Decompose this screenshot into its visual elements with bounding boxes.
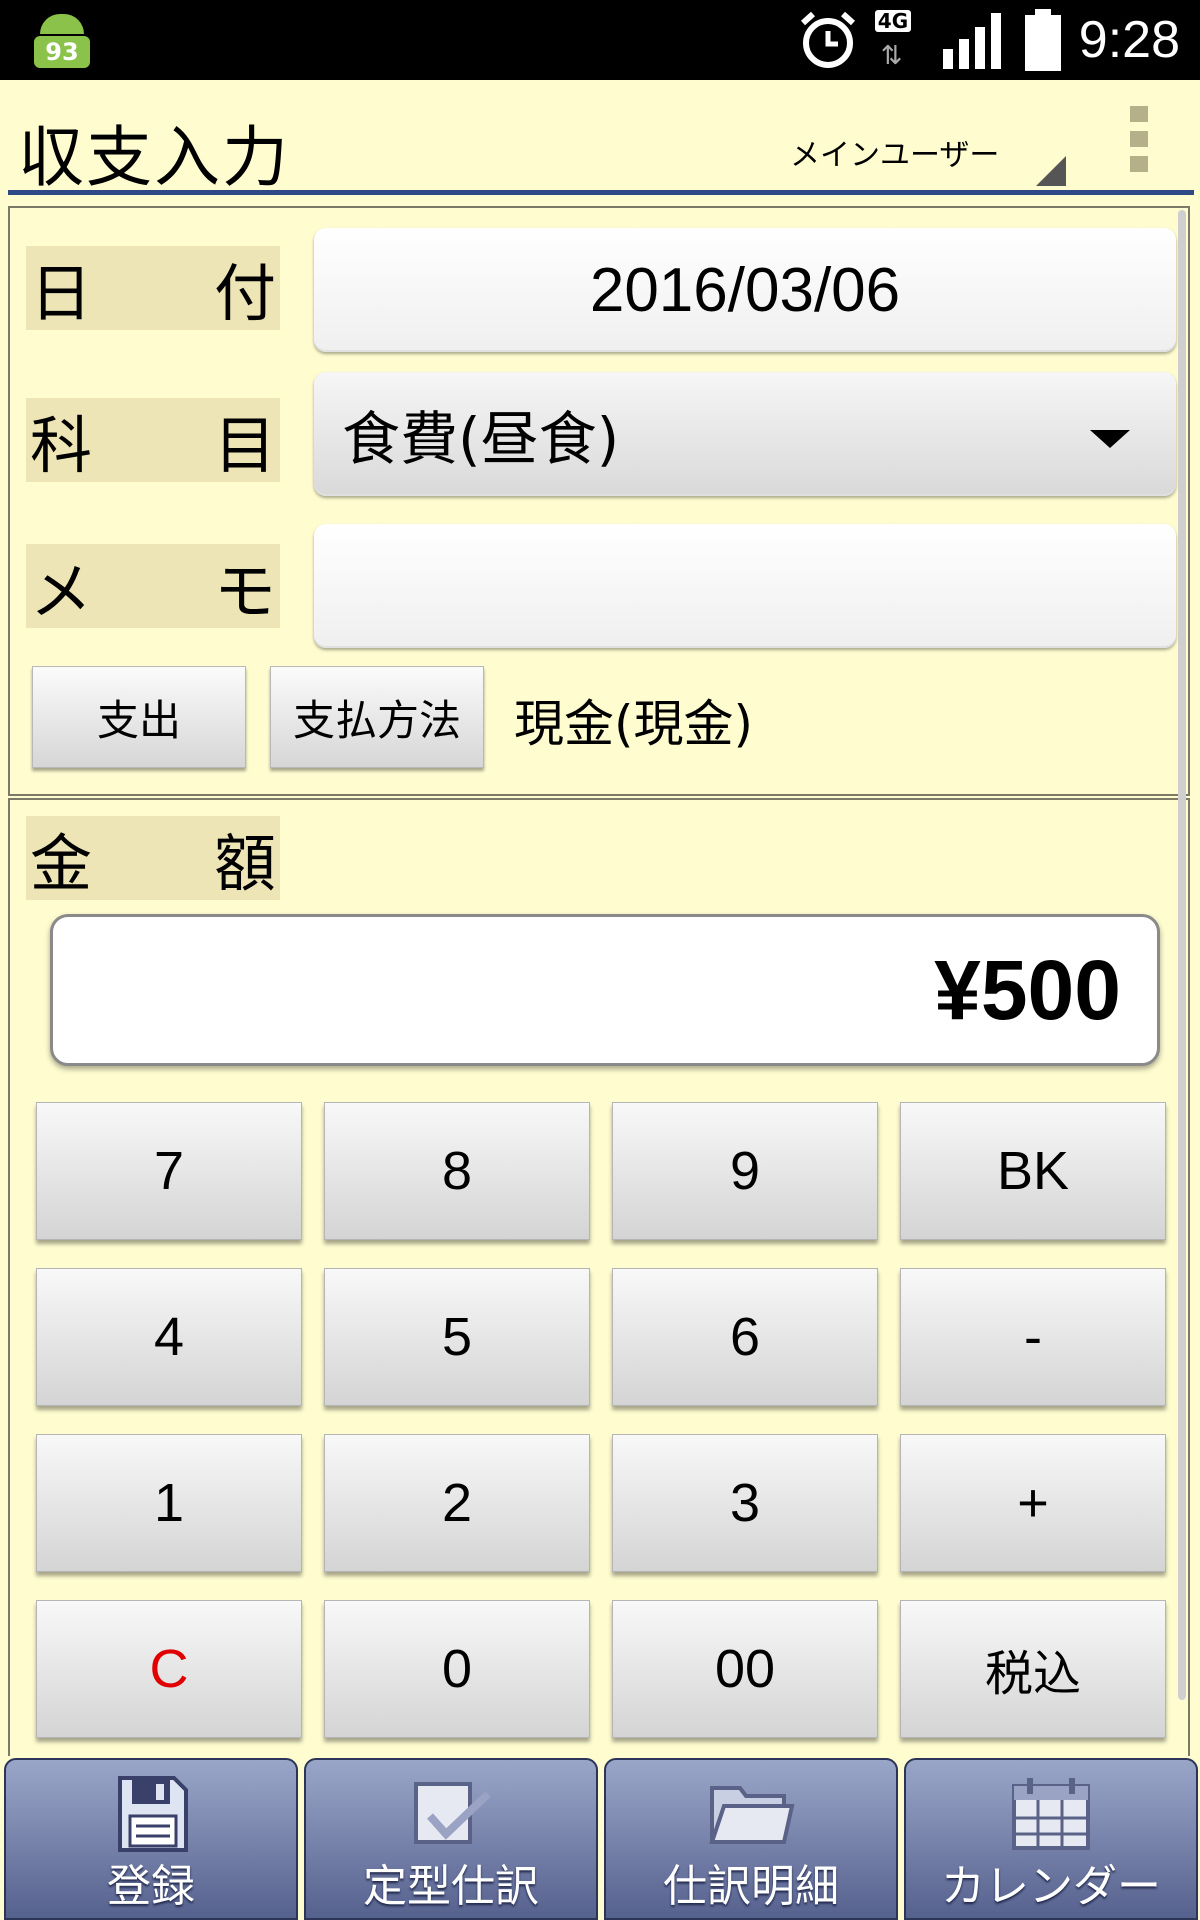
amount-label: 金額 xyxy=(26,816,280,900)
key-minus[interactable]: - xyxy=(900,1268,1166,1406)
key-0[interactable]: 0 xyxy=(324,1600,590,1738)
calendar-icon xyxy=(1012,1778,1090,1850)
key-9[interactable]: 9 xyxy=(612,1102,878,1240)
checkbox-icon xyxy=(414,1782,491,1844)
nav-calendar-button[interactable]: カレンダー xyxy=(904,1758,1198,1920)
nav-template-button[interactable]: 定型仕訳 xyxy=(304,1758,598,1920)
nav-register-label: 登録 xyxy=(107,1861,195,1912)
status-bar: 93 4G ⇅ 9:28 xyxy=(0,0,1200,80)
action-bar: 収支入力 メインユーザー xyxy=(0,80,1200,196)
nav-template-label: 定型仕訳 xyxy=(363,1861,539,1912)
header-divider xyxy=(8,190,1194,195)
key-8[interactable]: 8 xyxy=(324,1102,590,1240)
memo-label: メモ xyxy=(26,544,280,628)
key-backspace[interactable]: BK xyxy=(900,1102,1166,1240)
notification-count: 93 xyxy=(34,36,90,68)
alarm-icon xyxy=(800,11,855,68)
nav-details-button[interactable]: 仕訳明細 xyxy=(604,1758,898,1920)
amount-display[interactable]: ¥500 xyxy=(50,914,1160,1066)
date-field[interactable]: 2016/03/06 xyxy=(314,228,1176,352)
key-00[interactable]: 00 xyxy=(612,1600,878,1738)
key-4[interactable]: 4 xyxy=(36,1268,302,1406)
amount-panel: 金額 ¥500 7 8 9 BK 4 5 6 - 1 2 3 + C 0 00 … xyxy=(8,798,1190,1798)
subject-dropdown[interactable]: 食費(昼食) xyxy=(314,372,1176,496)
keypad: 7 8 9 BK 4 5 6 - 1 2 3 + C 0 00 税込 xyxy=(36,1102,1176,1738)
key-clear[interactable]: C xyxy=(36,1600,302,1738)
payment-method-button[interactable]: 支払方法 xyxy=(270,666,484,768)
folder-icon xyxy=(709,1786,795,1844)
key-3[interactable]: 3 xyxy=(612,1434,878,1572)
overflow-menu-icon[interactable] xyxy=(1130,106,1152,172)
nav-calendar-label: カレンダー xyxy=(941,1861,1161,1912)
payment-method-value: 現金(現金) xyxy=(514,695,754,753)
scrollbar[interactable] xyxy=(1178,210,1186,1700)
key-7[interactable]: 7 xyxy=(36,1102,302,1240)
key-1[interactable]: 1 xyxy=(36,1434,302,1572)
nav-details-label: 仕訳明細 xyxy=(663,1861,839,1912)
android-notification-icon: 93 xyxy=(34,14,90,68)
nav-register-button[interactable]: 登録 xyxy=(4,1758,298,1920)
entry-form: 日付 2016/03/06 科目 食費(昼食) メモ 支出 支払方法 現金(現金… xyxy=(8,206,1190,796)
user-selector[interactable]: メインユーザー xyxy=(790,130,1066,186)
signal-icon xyxy=(942,13,1001,69)
memo-input[interactable] xyxy=(314,524,1176,648)
dropdown-corner-icon xyxy=(1036,156,1066,186)
key-6[interactable]: 6 xyxy=(612,1268,878,1406)
key-tax-included[interactable]: 税込 xyxy=(900,1600,1166,1738)
bottom-navigation: 登録 定型仕訳 仕訳明細 カレンダー xyxy=(0,1756,1200,1920)
subject-label: 科目 xyxy=(26,398,280,482)
key-2[interactable]: 2 xyxy=(324,1434,590,1572)
expense-type-button[interactable]: 支出 xyxy=(32,666,246,768)
key-5[interactable]: 5 xyxy=(324,1268,590,1406)
subject-value: 食費(昼食) xyxy=(342,405,620,473)
user-selector-label: メインユーザー xyxy=(790,138,1000,173)
network-4g-icon: 4G ⇅ xyxy=(874,10,925,70)
save-icon xyxy=(118,1776,188,1852)
battery-icon xyxy=(1024,9,1061,71)
dropdown-arrow-icon xyxy=(1090,430,1130,448)
key-plus[interactable]: + xyxy=(900,1434,1166,1572)
date-label: 日付 xyxy=(26,246,280,330)
page-title: 収支入力 xyxy=(18,119,290,196)
status-time: 9:28 xyxy=(1078,11,1180,69)
